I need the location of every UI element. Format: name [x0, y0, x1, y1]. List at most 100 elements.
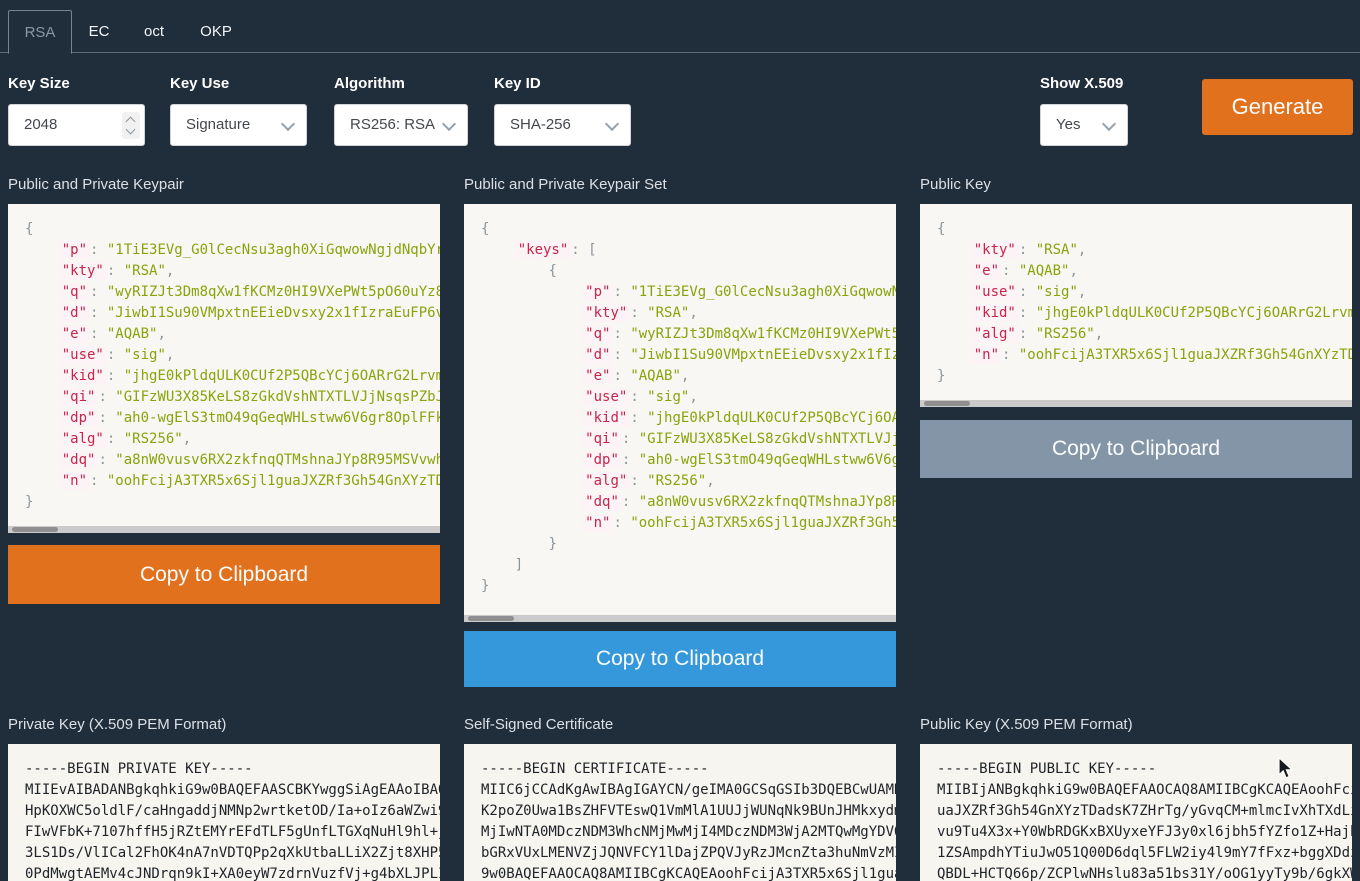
public-key-panel-title: Public Key	[920, 176, 991, 193]
code-line: "use": "sig",	[481, 387, 896, 408]
keypair-json-code: { "p": "1TiE3EVg_G0lCecNsu3agh0XiGqwowNg…	[8, 204, 440, 513]
code-line: ]	[481, 555, 896, 576]
code-line: "kty": "RSA",	[25, 261, 440, 282]
copy-keypair-set-button[interactable]: Copy to Clipboard	[464, 631, 896, 687]
jwk-generator-page: RSA EC oct OKP Key Size 2048 Key Use Sig…	[0, 0, 1360, 881]
show-x509-value: Yes	[1056, 105, 1080, 145]
pem-line: -----BEGIN PRIVATE KEY-----	[25, 759, 440, 780]
pem-line: QBDL+HCTQ66p/ZCPlwNHslu83a51bs31Y/oOG1yy…	[937, 864, 1352, 881]
private-key-pem-title: Private Key (X.509 PEM Format)	[8, 716, 226, 733]
scrollbar-thumb[interactable]	[468, 616, 514, 621]
keypair-panel-title: Public and Private Keypair	[8, 176, 184, 193]
tab-rsa[interactable]: RSA	[8, 10, 72, 54]
generate-button[interactable]: Generate	[1202, 79, 1353, 135]
code-line: "e": "AQAB",	[481, 366, 896, 387]
key-use-value: Signature	[186, 105, 250, 145]
code-line: "q": "wyRIZJt3Dm8qXw1fKCMz0HI9VXePWt5pO6…	[25, 282, 440, 303]
horizontal-scrollbar[interactable]	[464, 615, 896, 622]
key-id-group: Key ID SHA-256	[494, 75, 631, 146]
key-size-input[interactable]: 2048	[8, 104, 145, 146]
code-line: "alg": "RS256",	[937, 324, 1352, 345]
code-line: "alg": "RS256",	[481, 471, 896, 492]
pem-line: uaJXZRf3Gh54GnXYzTDadsK7ZHrTg/yGvqCM+mlm…	[937, 801, 1352, 822]
pem-line: MIIEvAIBADANBgkqhkiG9w0BAQEFAASCBKYwggSi…	[25, 780, 440, 801]
code-line: "n": "oohFcijA3TXR5x6Sjl1guaJXZRf3Gh54Gn…	[25, 471, 440, 492]
key-id-value: SHA-256	[510, 105, 571, 145]
code-line: "kty": "RSA",	[937, 240, 1352, 261]
pem-line: 9w0BAQEFAAOCAQ8AMIIBCgKCAQEAoohFcijA3TXR…	[481, 864, 896, 881]
code-line: "d": "JiwbI1Su90VMpxtnEEieDvsxy2x1fIzraE…	[25, 303, 440, 324]
code-line: "alg": "RS256",	[25, 429, 440, 450]
code-line: "dq": "a8nW0vusv6RX2zkfnqQTMshnaJYp8R95M…	[25, 450, 440, 471]
show-x509-group: Show X.509 Yes	[1040, 75, 1128, 146]
copy-keypair-button[interactable]: Copy to Clipboard	[8, 545, 440, 604]
certificate-pem-box: -----BEGIN CERTIFICATE-----MIIC6jCCAdKgA…	[464, 744, 896, 881]
private-key-pem-box: -----BEGIN PRIVATE KEY-----MIIEvAIBADANB…	[8, 744, 440, 881]
code-line: {	[937, 219, 1352, 240]
key-use-select[interactable]: Signature	[170, 104, 307, 146]
key-size-group: Key Size 2048	[8, 75, 145, 146]
code-line: "use": "sig",	[937, 282, 1352, 303]
pem-line: vu9Tu4X3x+Y0WbRDGKxBXUyxeYFJ3y0xl6jbh5fY…	[937, 822, 1352, 843]
scrollbar-thumb[interactable]	[924, 401, 970, 406]
algorithm-label: Algorithm	[334, 75, 468, 92]
code-line: "p": "1TiE3EVg_G0lCecNsu3agh0XiGqwowNgjd…	[481, 282, 896, 303]
tab-oct[interactable]: oct	[126, 10, 182, 53]
keypair-set-panel-title: Public and Private Keypair Set	[464, 176, 667, 193]
certificate-title: Self-Signed Certificate	[464, 716, 613, 733]
horizontal-scrollbar[interactable]	[920, 400, 1352, 407]
key-use-group: Key Use Signature	[170, 75, 307, 146]
pem-line: K2poZ0Uwa1BsZHFVTEswQ1VmMlA1UUJjWUNqNk9B…	[481, 801, 896, 822]
tab-ec[interactable]: EC	[72, 10, 126, 53]
code-line: "e": "AQAB",	[937, 261, 1352, 282]
horizontal-scrollbar[interactable]	[8, 526, 440, 533]
code-line: "kid": "jhgE0kPldqULK0CUf2P5QBcYCj6OARrG…	[937, 303, 1352, 324]
private-key-pem-text: -----BEGIN PRIVATE KEY-----MIIEvAIBADANB…	[8, 744, 440, 881]
pem-line: MjIwNTA0MDczNDM3WhcNMjMwMjI4MDczNDM3WjA2…	[481, 822, 896, 843]
show-x509-select[interactable]: Yes	[1040, 104, 1128, 146]
algorithm-value: RS256: RSA	[350, 105, 435, 145]
chevron-down-icon	[442, 117, 456, 131]
algorithm-select[interactable]: RS256: RSA	[334, 104, 468, 146]
scrollbar-thumb[interactable]	[12, 527, 58, 532]
code-line: "e": "AQAB",	[25, 324, 440, 345]
pem-line: FIwVFbK+7107hffH5jRZtEMYrEFdTLF5gUnfLTGX…	[25, 822, 440, 843]
code-line: "dp": "ah0-wgElS3tmO49qGeqWHLstww6V6gr8O…	[481, 450, 896, 471]
code-line: "d": "JiwbI1Su90VMpxtnEEieDvsxy2x1fIzraE…	[481, 345, 896, 366]
copy-public-key-button[interactable]: Copy to Clipboard	[920, 420, 1352, 478]
pem-line: 0PdMwgtAEMv4cJNDrqn9kI+XA0eyW7zdrnVuzfVj…	[25, 864, 440, 881]
number-spinner-icon[interactable]	[122, 112, 140, 139]
code-line: }	[481, 576, 896, 597]
pem-line: MIIBIjANBgkqhkiG9w0BAQEFAAOCAQ8AMIIBCgKC…	[937, 780, 1352, 801]
code-line: "qi": "GIFzWU3X85KeLS8zGkdVshNTXTLVJjNsq…	[25, 387, 440, 408]
code-line: }	[481, 534, 896, 555]
pem-line: MIIC6jCCAdKgAwIBAgIGAYCN/geIMA0GCSqGSIb3…	[481, 780, 896, 801]
keypair-set-json-box: { "keys": [ { "p": "1TiE3EVg_G0lCecNsu3a…	[464, 204, 896, 622]
pem-line: HpKOXWC5oldlF/caHngaddjNMNp2wrtketOD/Ia+…	[25, 801, 440, 822]
public-key-json-box: { "kty": "RSA", "e": "AQAB", "use": "sig…	[920, 204, 1352, 407]
pem-line: 1ZSAmpdhYTiuJwO51Q00D6dql5FLW2iy4l9mY7fF…	[937, 843, 1352, 864]
mouse-cursor	[1276, 757, 1296, 779]
key-use-label: Key Use	[170, 75, 307, 92]
pem-line: -----BEGIN CERTIFICATE-----	[481, 759, 896, 780]
code-line: "keys": [	[481, 240, 896, 261]
code-line: "n": "oohFcijA3TXR5x6Sjl1guaJXZRf3Gh54Gn…	[937, 345, 1352, 366]
tab-okp[interactable]: OKP	[182, 10, 250, 53]
show-x509-label: Show X.509	[1040, 75, 1128, 92]
certificate-pem-text: -----BEGIN CERTIFICATE-----MIIC6jCCAdKgA…	[464, 744, 896, 881]
code-line: {	[25, 219, 440, 240]
code-line: "n": "oohFcijA3TXR5x6Sjl1guaJXZRf3Gh54Gn…	[481, 513, 896, 534]
key-size-value: 2048	[24, 105, 57, 145]
chevron-down-icon	[605, 117, 619, 131]
code-line: "p": "1TiE3EVg_G0lCecNsu3agh0XiGqwowNgjd…	[25, 240, 440, 261]
keypair-json-box: { "p": "1TiE3EVg_G0lCecNsu3agh0XiGqwowNg…	[8, 204, 440, 533]
tab-bar: RSA EC oct OKP	[0, 0, 1360, 53]
key-id-label: Key ID	[494, 75, 631, 92]
key-id-select[interactable]: SHA-256	[494, 104, 631, 146]
pem-line: bGRxVUxLMENVZjJQNVFCY1lDajZPQVJyRzJMcnZt…	[481, 843, 896, 864]
code-line: }	[25, 492, 440, 513]
code-line: "kid": "jhgE0kPldqULK0CUf2P5QBcYCj6OARrG…	[25, 366, 440, 387]
algorithm-group: Algorithm RS256: RSA	[334, 75, 468, 146]
public-key-json-code: { "kty": "RSA", "e": "AQAB", "use": "sig…	[920, 204, 1352, 387]
code-line: "dq": "a8nW0vusv6RX2zkfnqQTMshnaJYp8R95M…	[481, 492, 896, 513]
